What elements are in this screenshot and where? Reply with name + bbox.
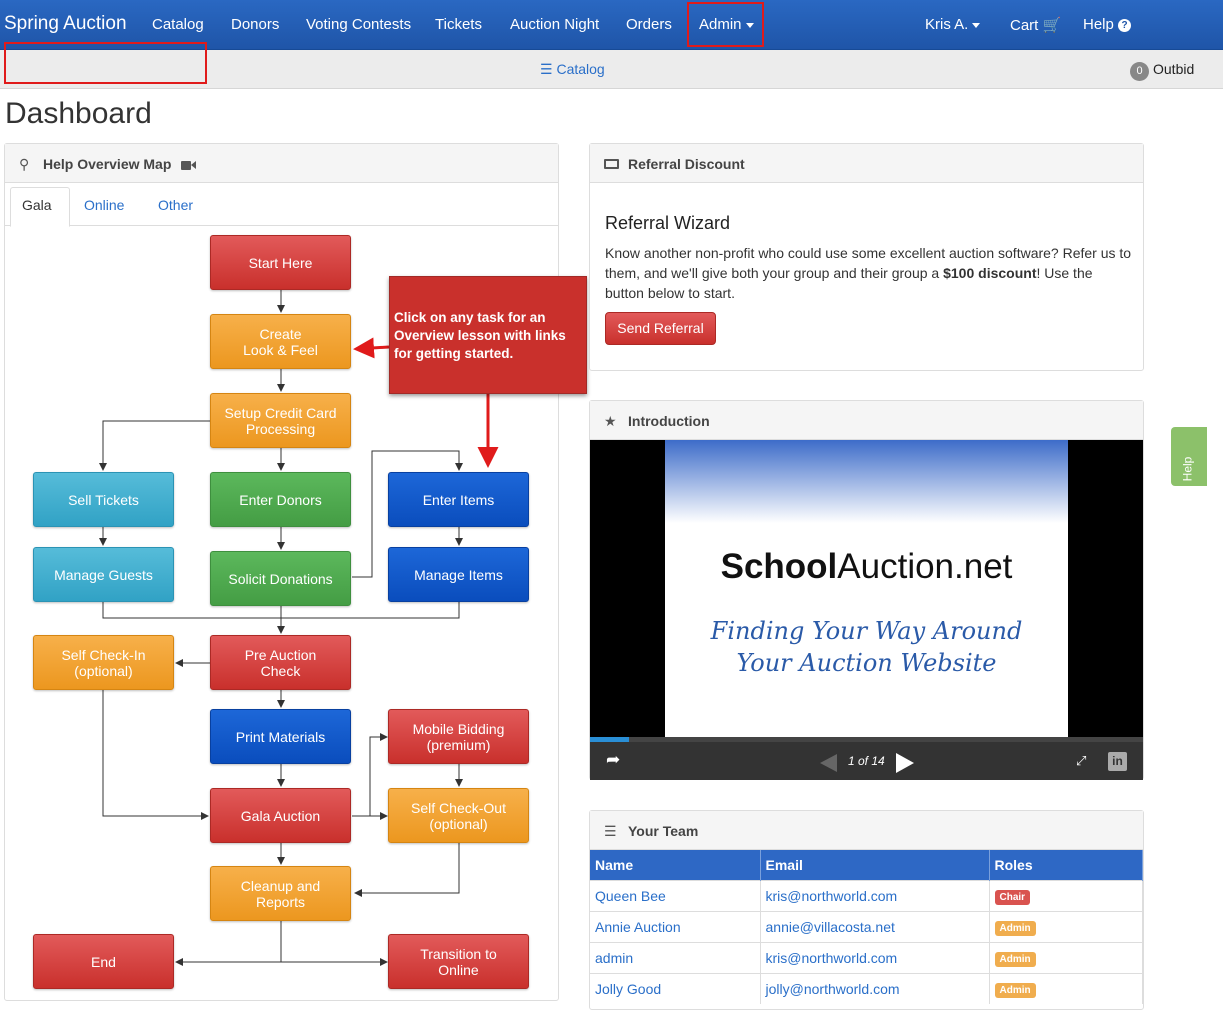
floating-help-tab[interactable]: Help [1171,427,1207,486]
slide-logo: SchoolAuction.net [665,547,1068,587]
flow-create-look-feel[interactable]: Create Look & Feel [210,314,351,369]
flow-sell-tickets[interactable]: Sell Tickets [33,472,174,527]
floating-help-label: Help [1180,456,1195,482]
flow-manage-guests[interactable]: Manage Guests [33,547,174,602]
referral-title: Referral Discount [628,156,745,172]
team-member-roles: Admin [989,910,1143,942]
team-table: Name Email Roles Queen Bee kris@northworl… [590,850,1143,1004]
intro-video-player[interactable]: SchoolAuction.net Finding Your Way Aroun… [590,440,1143,780]
flow-mobile-bidding[interactable]: Mobile Bidding (premium) [388,709,529,764]
col-name[interactable]: Name [590,850,761,880]
flow-start-here[interactable]: Start Here [210,235,351,290]
help-callout: Click on any task for an Overview lesson… [389,276,587,394]
send-referral-button[interactable]: Send Referral [605,312,716,345]
flow-gala-auction[interactable]: Gala Auction [210,788,351,843]
flow-enter-items[interactable]: Enter Items [388,472,529,527]
money-icon [604,156,620,172]
star-icon: ★ [604,413,617,429]
table-row: admin kris@northworld.com Admin [590,941,1143,973]
fullscreen-icon[interactable]: ⤢ [1076,753,1086,769]
referral-heading: Referral Wizard [605,213,731,233]
flow-enter-donors[interactable]: Enter Donors [210,472,351,527]
flow-self-check-out[interactable]: Self Check-Out (optional) [388,788,529,843]
slide-logo-rest: Auction.net [837,547,1013,586]
team-member-email[interactable]: jolly@northworld.com [760,972,990,1004]
team-member-name[interactable]: admin [590,941,761,973]
previous-icon[interactable] [820,754,837,772]
video-slide: SchoolAuction.net Finding Your Way Aroun… [665,440,1068,737]
team-member-name[interactable]: Annie Auction [590,910,761,942]
slide-logo-bold: School [720,547,838,586]
slide-counter: 1 of 14 [848,754,885,768]
flow-pre-auction-check[interactable]: Pre Auction Check [210,635,351,690]
flow-print-materials[interactable]: Print Materials [210,709,351,764]
team-member-roles: Admin [989,972,1143,1004]
flow-manage-items[interactable]: Manage Items [388,547,529,602]
role-badge: Admin [994,951,1036,967]
referral-text: Know another non-profit who could use so… [605,243,1135,303]
role-badge: Chair [994,889,1031,905]
introduction-panel: ★ Introduction SchoolAuction.net Finding … [589,400,1144,780]
list-icon: ☰ [604,823,617,839]
team-member-email[interactable]: annie@villacosta.net [760,910,990,942]
table-row: Queen Bee kris@northworld.com Chair [590,879,1143,911]
team-member-name[interactable]: Jolly Good [590,972,761,1004]
share-icon[interactable]: ➦ [606,750,620,770]
team-table-header: Name Email Roles [590,850,1143,880]
flow-cleanup-reports[interactable]: Cleanup and Reports [210,866,351,921]
next-icon[interactable] [896,753,914,773]
team-member-email[interactable]: kris@northworld.com [760,879,990,911]
referral-text-bold: $100 discount [943,265,1037,281]
col-roles[interactable]: Roles [989,850,1143,880]
flow-transition-online[interactable]: Transition to Online [388,934,529,989]
slide-subtitle: Finding Your Way Around Your Auction Webs… [665,615,1068,679]
flow-setup-credit-card[interactable]: Setup Credit Card Processing [210,393,351,448]
team-member-name[interactable]: Queen Bee [590,879,761,911]
table-row: Jolly Good jolly@northworld.com Admin [590,972,1143,1004]
referral-panel: Referral Discount Referral Wizard Know a… [589,143,1144,371]
flow-self-check-in[interactable]: Self Check-In (optional) [33,635,174,690]
video-controls: ➦ 1 of 14 ⤢ in [590,742,1143,780]
team-member-email[interactable]: kris@northworld.com [760,941,990,973]
slide-line2: Your Auction Website [736,649,997,677]
introduction-title: Introduction [628,413,710,429]
team-panel: ☰ Your Team Name Email Roles Queen Bee kri… [589,810,1144,1010]
role-badge: Admin [994,982,1036,998]
linkedin-icon[interactable]: in [1108,752,1127,771]
slide-line1: Finding Your Way Around [710,617,1023,645]
flow-end[interactable]: End [33,934,174,989]
team-member-roles: Admin [989,941,1143,973]
referral-header: Referral Discount [590,144,1143,183]
role-badge: Admin [994,920,1036,936]
team-member-roles: Chair [989,879,1143,911]
team-title: Your Team [628,823,699,839]
table-row: Annie Auction annie@villacosta.net Admin [590,910,1143,942]
team-header: ☰ Your Team [590,811,1143,850]
flow-solicit-donations[interactable]: Solicit Donations [210,551,351,606]
introduction-header: ★ Introduction [590,401,1143,440]
col-email[interactable]: Email [760,850,990,880]
